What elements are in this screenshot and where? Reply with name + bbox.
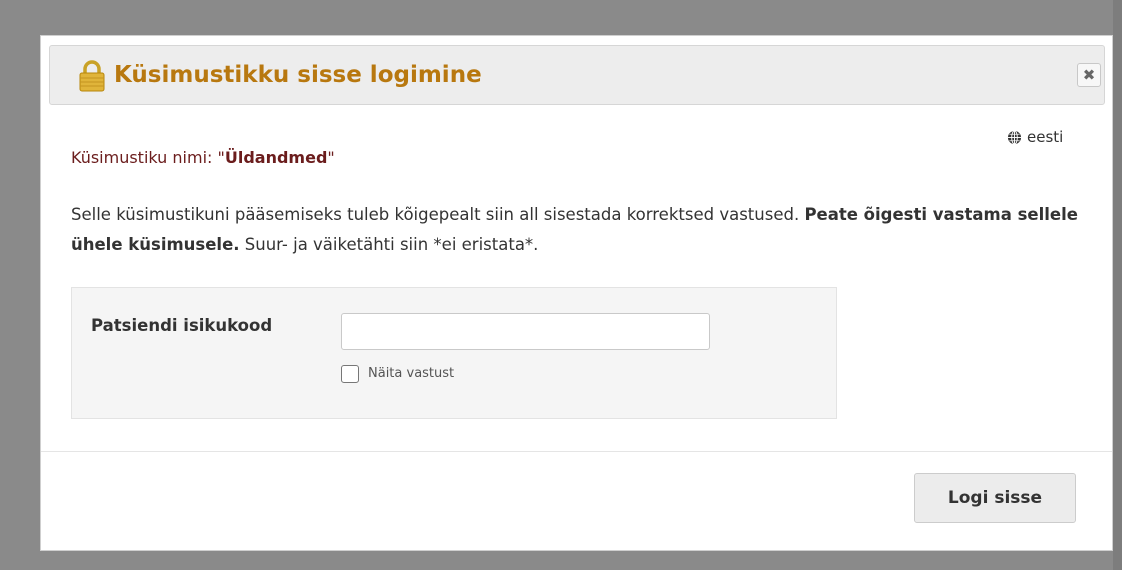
show-answer-label: Näita vastust	[368, 366, 455, 381]
close-button[interactable]: ✖	[1077, 63, 1101, 87]
field-label: Patsiendi isikukood	[91, 316, 273, 335]
login-dialog: Küsimustikku sisse logimine ✖ eesti Küsi…	[40, 35, 1113, 551]
login-button[interactable]: Logi sisse	[914, 473, 1076, 523]
language-switcher[interactable]: eesti	[1007, 127, 1063, 147]
show-answer-checkbox[interactable]: Näita vastust	[341, 363, 454, 385]
question-form: Patsiendi isikukood Näita vastust	[71, 287, 837, 419]
language-label: eesti	[1027, 128, 1064, 146]
intro-paragraph: Selle küsimustikuni pääsemiseks tuleb kõ…	[71, 200, 1086, 260]
footer-divider	[41, 451, 1112, 452]
intro-text: Selle küsimustikuni pääsemiseks tuleb kõ…	[71, 205, 805, 224]
window-edge	[1113, 0, 1122, 570]
padlock-icon	[77, 60, 107, 92]
checkbox-box[interactable]	[341, 364, 359, 383]
globe-icon	[1007, 130, 1022, 145]
dialog-title: Küsimustikku sisse logimine	[114, 62, 482, 88]
questionnaire-name: Üldandmed	[224, 148, 328, 167]
dialog-titlebar: Küsimustikku sisse logimine ✖	[49, 45, 1105, 105]
questionnaire-quote: "	[327, 148, 335, 167]
questionnaire-name-line: Küsimustiku nimi: "Üldandmed"	[71, 146, 335, 170]
intro-tail: Suur- ja väiketähti siin *ei eristata*.	[239, 235, 539, 254]
questionnaire-label: Küsimustiku nimi: "	[71, 148, 225, 167]
isikukood-input[interactable]	[341, 313, 710, 350]
